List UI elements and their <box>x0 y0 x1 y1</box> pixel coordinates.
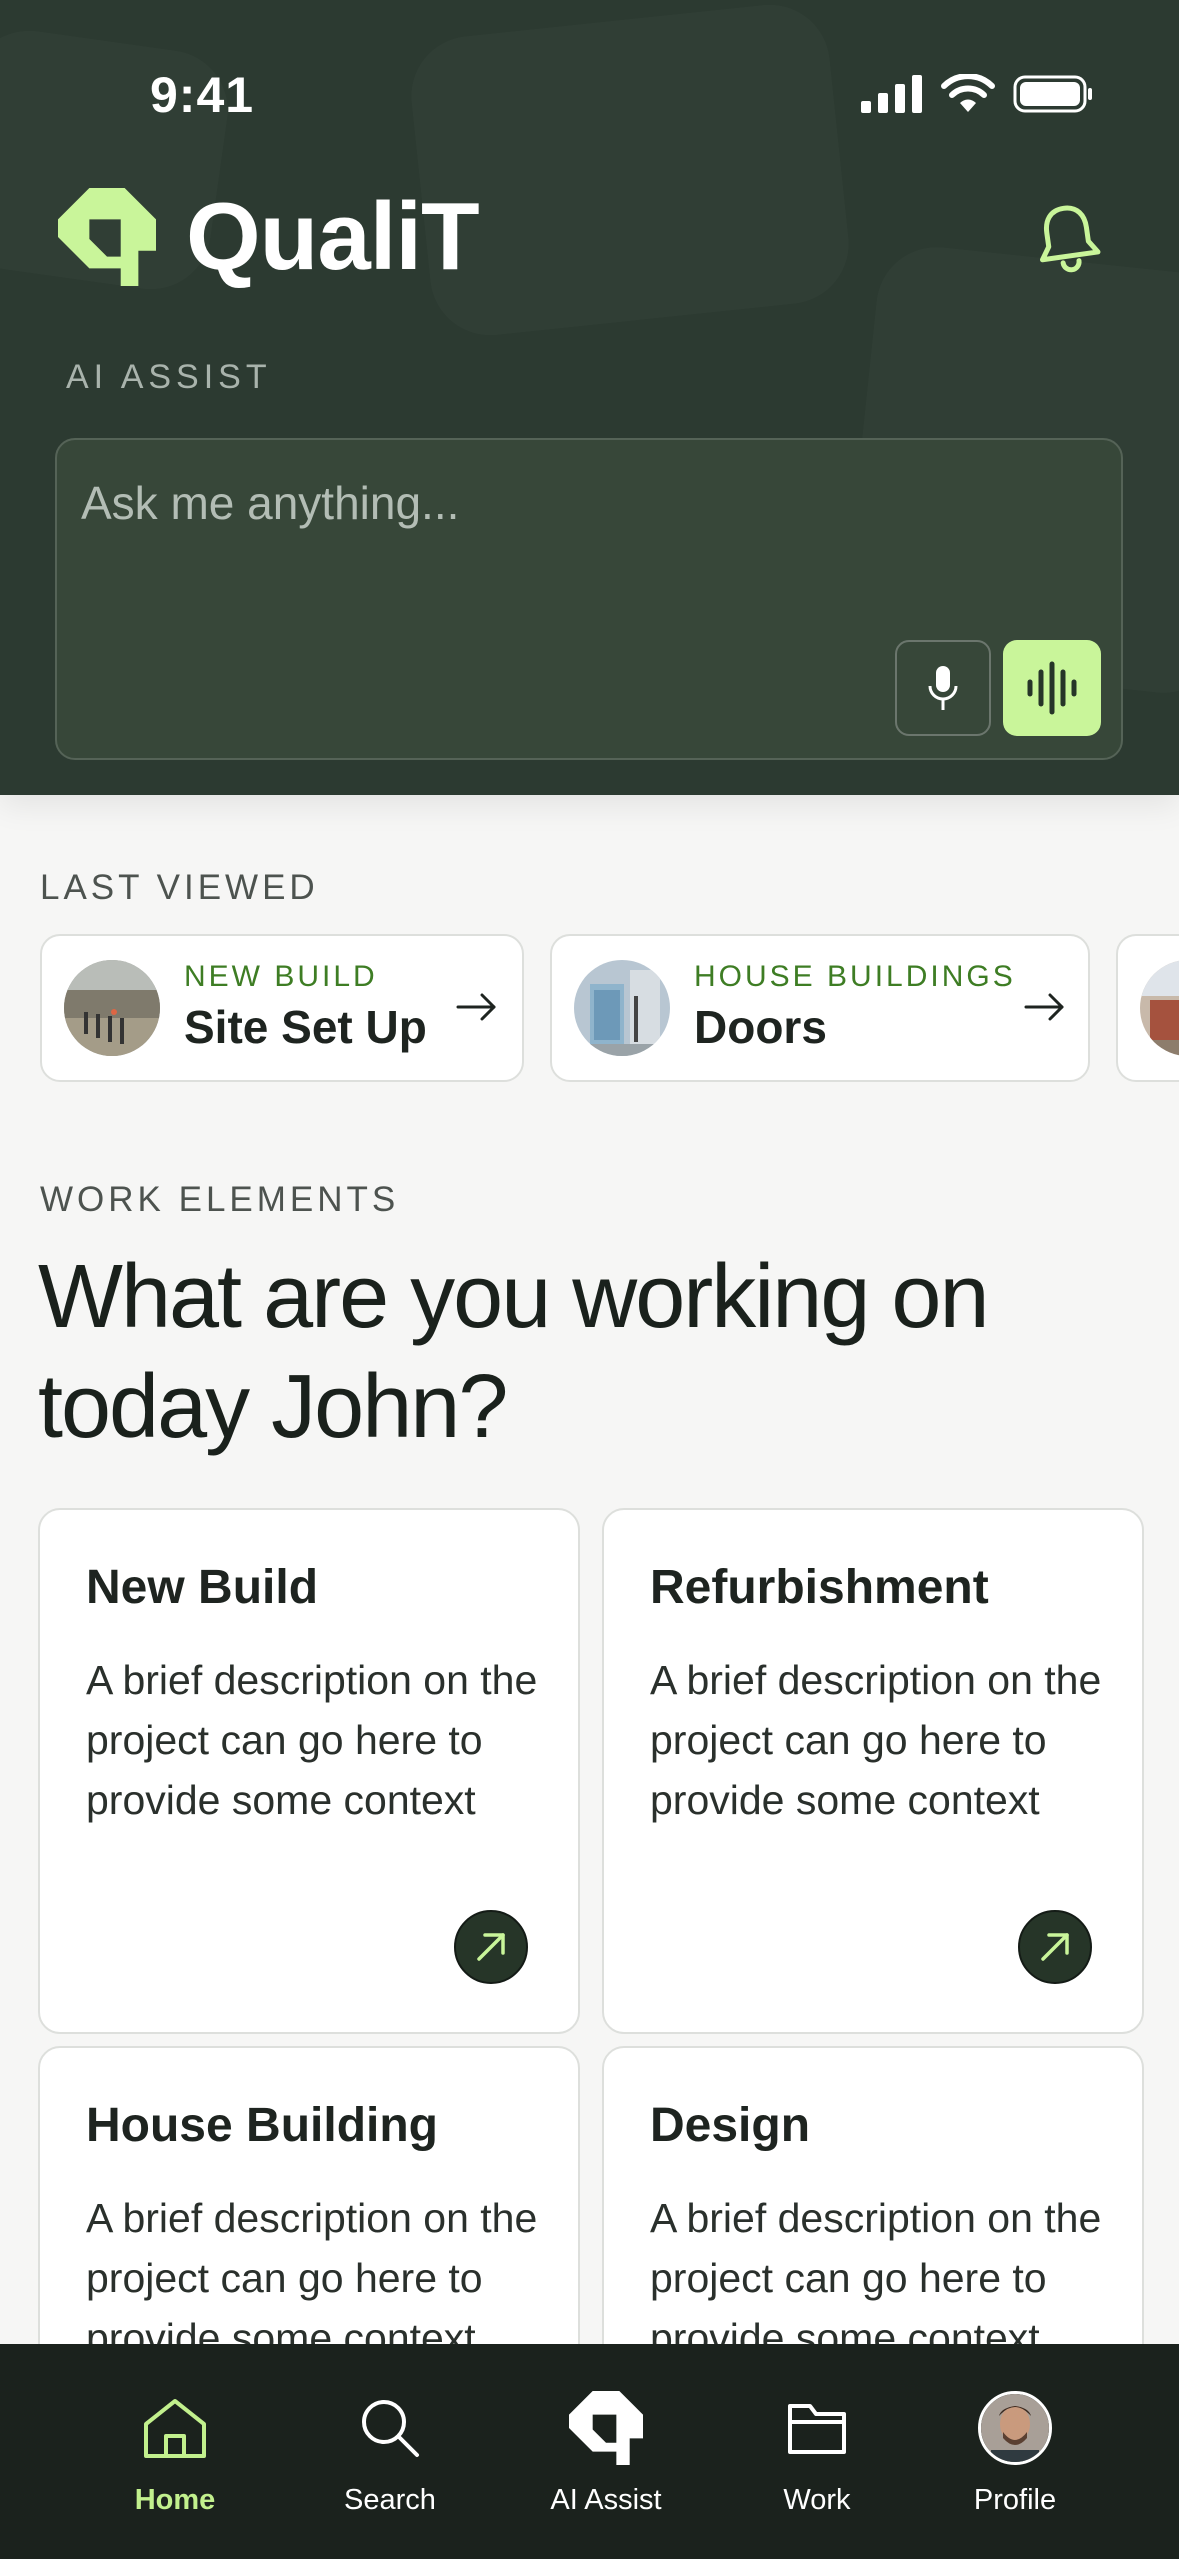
open-button[interactable] <box>454 1910 528 1984</box>
app-name: QualiT <box>186 183 480 290</box>
home-icon <box>144 2399 206 2458</box>
signal-icon <box>861 75 922 113</box>
search-icon <box>362 2400 419 2457</box>
work-element-title: House Building <box>86 2099 438 2152</box>
status-time: 9:41 <box>150 67 255 123</box>
ai-assist-label: AI ASSIST <box>66 358 272 396</box>
folder-icon <box>788 2404 846 2454</box>
battery-icon <box>1013 75 1092 113</box>
header: 9:41 QualiT AI ASSIST Ask me anything... <box>0 0 1179 795</box>
arrow-right-icon <box>456 993 496 1021</box>
tab-label: Work <box>783 2484 851 2516</box>
tab-label: Profile <box>973 2484 1057 2516</box>
qualit-logo-icon <box>569 2391 643 2465</box>
wifi-icon <box>941 74 995 112</box>
voice-mode-button[interactable] <box>1003 640 1101 736</box>
work-element-title: Refurbishment <box>650 1561 989 1614</box>
site-photo-thumbnail <box>1140 960 1179 1056</box>
bottom-tab-bar: Home Search AI Assist Work Profile <box>0 2344 1179 2559</box>
tab-search[interactable]: Search <box>290 2344 490 2559</box>
arrow-right-icon <box>1024 993 1064 1021</box>
avatar <box>978 2391 1052 2465</box>
last-viewed-title: Doors <box>694 1001 827 1053</box>
last-viewed-title: Site Set Up <box>184 1001 427 1053</box>
work-element-card[interactable]: Refurbishment A brief description on the… <box>602 1508 1144 2034</box>
last-viewed-card-partial[interactable] <box>1116 934 1179 1082</box>
tab-work[interactable]: Work <box>717 2344 917 2559</box>
open-button[interactable] <box>1018 1910 1092 1984</box>
qualit-logo-icon <box>58 188 156 286</box>
tab-label: Search <box>344 2484 436 2516</box>
notification-bell-icon[interactable] <box>1032 200 1104 276</box>
doors-photo-thumbnail <box>574 960 670 1056</box>
work-element-description: A brief description on the project can g… <box>86 1657 538 1823</box>
work-element-card[interactable]: New Build A brief description on the pro… <box>38 1508 580 2034</box>
work-element-description: A brief description on the project can g… <box>650 2195 1102 2361</box>
arrow-up-right-icon <box>477 1933 505 1961</box>
last-viewed-label: LAST VIEWED <box>40 868 319 907</box>
site-photo-thumbnail <box>64 960 160 1056</box>
tab-home[interactable]: Home <box>75 2344 275 2559</box>
last-viewed-category: HOUSE BUILDINGS <box>694 960 1016 993</box>
work-element-description: A brief description on the project can g… <box>86 2195 538 2361</box>
work-element-title: Design <box>650 2099 811 2152</box>
ai-assist-input[interactable] <box>81 476 961 530</box>
tab-profile[interactable]: Profile <box>915 2344 1115 2559</box>
last-viewed-card[interactable]: HOUSE BUILDINGS Doors <box>550 934 1090 1082</box>
tab-label: Home <box>134 2484 216 2516</box>
work-elements-label: WORK ELEMENTS <box>40 1180 400 1219</box>
page-heading: What are you working on today John? <box>38 1247 990 1457</box>
app-logo: QualiT <box>58 183 480 290</box>
soundwave-icon <box>1027 661 1077 715</box>
tab-ai-assist[interactable]: AI Assist <box>506 2344 706 2559</box>
work-element-description: A brief description on the project can g… <box>650 1657 1102 1823</box>
arrow-up-right-icon <box>1041 1933 1069 1961</box>
work-element-title: New Build <box>86 1561 319 1614</box>
microphone-icon <box>928 666 958 710</box>
tab-label: AI Assist <box>550 2484 662 2516</box>
ai-assist-box <box>55 438 1123 760</box>
microphone-button[interactable] <box>895 640 991 736</box>
home-screen: 9:41 QualiT AI ASSIST Ask me anything...… <box>0 0 1179 2559</box>
last-viewed-category: NEW BUILD <box>184 960 378 993</box>
status-icons <box>861 74 1093 114</box>
last-viewed-card[interactable]: NEW BUILD Site Set Up <box>40 934 524 1082</box>
